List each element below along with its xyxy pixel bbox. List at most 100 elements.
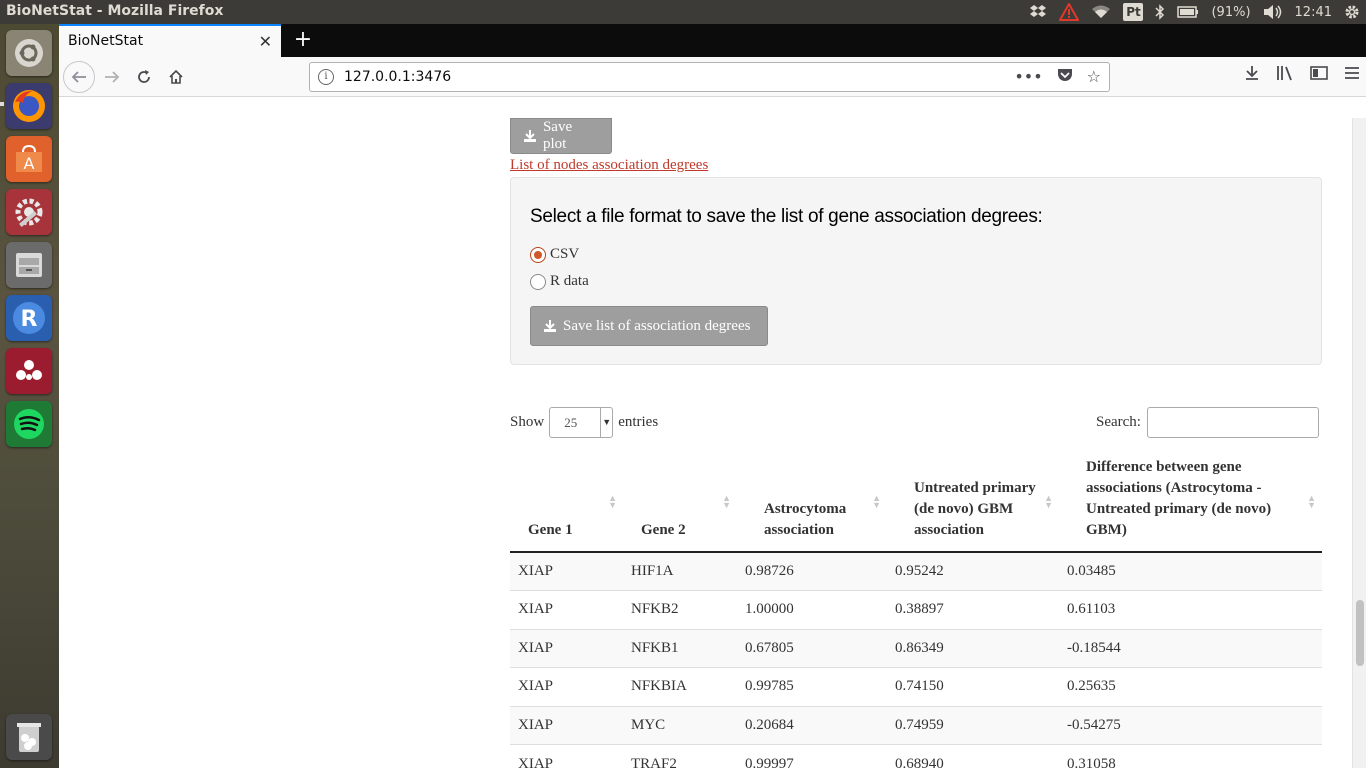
radio-option-rdata[interactable]: R data (530, 273, 589, 290)
sort-icon: ▲ ▼ (1307, 493, 1316, 510)
radio-button-rdata[interactable] (530, 273, 546, 290)
top-panel: BioNetStat - Mozilla Firefox Pt (91%) 12… (0, 0, 1366, 24)
table-cell: NFKBIA (623, 667, 737, 706)
spotify-icon[interactable] (6, 401, 52, 447)
page-scrollbar[interactable] (1352, 118, 1366, 768)
page-top-area (59, 97, 1366, 118)
search-input[interactable] (1146, 407, 1319, 438)
header-label: Gene 2 (641, 522, 686, 538)
pocket-icon[interactable] (1057, 67, 1073, 87)
warning-icon[interactable] (1059, 0, 1080, 24)
bookmark-star-icon[interactable]: ☆ (1087, 67, 1101, 87)
table-cell: 1.00000 (737, 590, 887, 629)
table-cell: 0.99785 (737, 667, 887, 706)
scrollbar-thumb[interactable] (1356, 600, 1364, 666)
table-cell: 0.25635 (1059, 667, 1322, 706)
library-icon[interactable] (1276, 65, 1294, 86)
tab-bionetstat[interactable]: BioNetStat ✕ (59, 24, 281, 57)
close-icon[interactable]: ✕ (259, 32, 272, 51)
back-arrow-icon[interactable] (63, 61, 95, 93)
table-cell: XIAP (510, 705, 623, 745)
header-label: Gene 1 (528, 522, 573, 538)
table-row[interactable]: XIAP NFKBIA 0.99785 0.74150 0.25635 (510, 667, 1322, 706)
table-cell: 0.38897 (887, 590, 1059, 629)
url-text[interactable]: 127.0.0.1:3476 (344, 69, 451, 85)
column-header-difference[interactable]: Difference between gene associations (As… (1059, 454, 1322, 553)
table-cell: -0.18544 (1059, 628, 1322, 668)
table-row[interactable]: XIAP MYC 0.20684 0.74959 -0.54275 (510, 705, 1322, 745)
firefox-icon[interactable] (6, 83, 52, 129)
downloads-icon[interactable] (1244, 65, 1260, 86)
battery-percent: (91%) (1211, 4, 1251, 20)
rstudio-letter: R (21, 307, 38, 332)
settings-gear-icon[interactable] (1344, 0, 1360, 24)
volume-icon[interactable] (1263, 0, 1283, 24)
table-row[interactable]: XIAP TRAF2 0.99997 0.68940 0.31058 (510, 744, 1322, 768)
nodes-association-degrees-link[interactable]: List of nodes association degrees (510, 157, 708, 174)
save-list-button[interactable]: Save list of association degrees (530, 306, 768, 346)
radio-label-rdata: R data (550, 273, 589, 289)
system-tray: Pt (91%) 12:41 (1029, 0, 1360, 24)
table-cell: 0.86349 (887, 628, 1059, 668)
table-cell: XIAP (510, 744, 623, 768)
table-cell: 0.99997 (737, 744, 887, 768)
table-cell: XIAP (510, 551, 623, 591)
column-header-gbm[interactable]: Untreated primary (de novo) GBM associat… (887, 454, 1059, 553)
new-tab-plus-icon[interactable]: + (291, 27, 315, 53)
table-cell: 0.31058 (1059, 744, 1322, 768)
tab-title: BioNetStat (68, 33, 144, 49)
table-cell: NFKB1 (623, 628, 737, 668)
reload-icon[interactable] (129, 62, 159, 92)
keyboard-layout-icon[interactable]: Pt (1123, 0, 1144, 24)
header-label: Untreated primary (de novo) GBM associat… (914, 480, 1036, 538)
save-plot-button[interactable]: Save plot (510, 118, 612, 154)
table-row[interactable]: XIAP NFKB2 1.00000 0.38897 0.61103 (510, 590, 1322, 629)
download-icon (544, 320, 556, 332)
column-header-gene2[interactable]: Gene 2 ▲ ▼ (623, 454, 737, 553)
mendeley-icon[interactable] (6, 348, 52, 394)
launcher: A R (0, 24, 59, 768)
table-cell: 0.74150 (887, 667, 1059, 706)
table-cell: NFKB2 (623, 590, 737, 629)
ubuntu-dash-icon[interactable] (6, 30, 52, 76)
save-list-label: Save list of association degrees (563, 317, 751, 334)
clock[interactable]: 12:41 (1295, 0, 1332, 24)
table-cell: XIAP (510, 667, 623, 706)
entries-select[interactable]: 25 ▼ (549, 407, 614, 438)
sidebar-toggle-icon[interactable] (1310, 65, 1328, 86)
rstudio-icon[interactable]: R (6, 295, 52, 341)
table-cell: 0.20684 (737, 705, 887, 745)
dropbox-icon[interactable] (1029, 0, 1047, 24)
column-header-astrocytoma[interactable]: Astrocytoma association ▲ ▼ (737, 454, 887, 553)
table-body: XIAP HIF1A 0.98726 0.95242 0.03485 XIAP NFKB2 1… (510, 551, 1322, 768)
battery-icon[interactable] (1177, 0, 1199, 24)
table-cell: 0.61103 (1059, 590, 1322, 629)
navigation-toolbar: i 127.0.0.1:3476 ••• ☆ (59, 57, 1366, 97)
page-actions-menu-icon[interactable]: ••• (1014, 67, 1042, 87)
table-cell: TRAF2 (623, 744, 737, 768)
hamburger-menu-icon[interactable] (1344, 65, 1360, 86)
tab-strip: BioNetStat ✕ + (59, 24, 1366, 57)
bluetooth-icon[interactable] (1155, 0, 1165, 24)
site-info-icon[interactable]: i (318, 69, 334, 85)
url-bar[interactable]: i 127.0.0.1:3476 ••• ☆ (309, 62, 1110, 92)
radio-button-csv[interactable] (530, 246, 546, 263)
sort-icon: ▲ ▼ (1044, 493, 1053, 510)
column-header-gene1[interactable]: Gene 1 ▲ ▼ (510, 454, 623, 553)
radio-option-csv[interactable]: CSV (530, 246, 579, 263)
trash-icon[interactable] (6, 714, 52, 760)
table-cell: 0.74959 (887, 705, 1059, 745)
sort-icon: ▲ ▼ (608, 493, 617, 510)
software-center-icon[interactable]: A (6, 136, 52, 182)
file-manager-icon[interactable] (6, 242, 52, 288)
table-cell: 0.03485 (1059, 551, 1322, 591)
forward-arrow-icon[interactable] (97, 62, 127, 92)
entries-select-value: 25 (564, 415, 578, 430)
table-row[interactable]: XIAP HIF1A 0.98726 0.95242 0.03485 (510, 551, 1322, 591)
table-row[interactable]: XIAP NFKB1 0.67805 0.86349 -0.18544 (510, 628, 1322, 668)
system-settings-icon[interactable] (6, 189, 52, 235)
wifi-icon[interactable] (1091, 0, 1111, 24)
table-cell: 0.98726 (737, 551, 887, 591)
home-icon[interactable] (161, 62, 191, 92)
table-cell: MYC (623, 705, 737, 745)
